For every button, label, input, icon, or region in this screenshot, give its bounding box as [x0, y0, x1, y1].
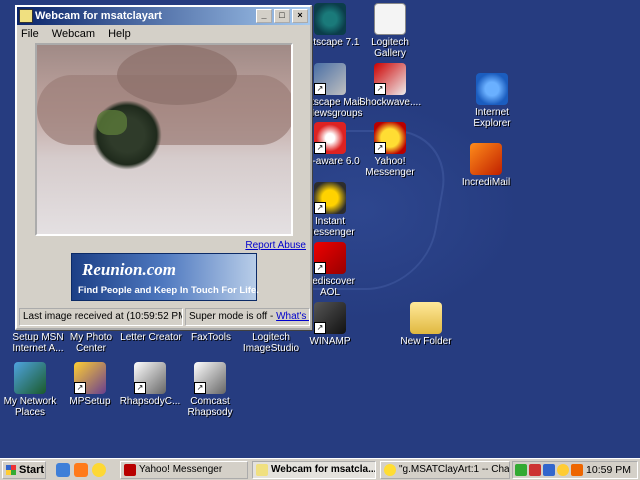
super-mode-text: Super mode is off -	[189, 311, 277, 322]
close-button[interactable]: ×	[292, 9, 308, 23]
desktop-icon-incredimail[interactable]: IncrediMail	[450, 143, 522, 188]
ad-tagline: Find People and Keep In Touch For Life.	[78, 285, 259, 296]
incredimail-icon	[470, 143, 502, 175]
volume-icon[interactable]	[515, 464, 527, 476]
desktop-icon-label: Yahoo! Messenger	[365, 156, 415, 178]
taskbar-button-webcam[interactable]: Webcam for msatcla...	[252, 461, 376, 479]
taskbar-button-chat[interactable]: "g.MSATClayArt:1 -- Chat	[380, 461, 510, 479]
desktop-icon-label: Comcast Rhapsody	[187, 396, 233, 418]
taskbar-button-label: "g.MSATClayArt:1 -- Chat	[399, 464, 510, 475]
status-bar: Last image received at (10:59:52 PM) Sup…	[19, 308, 310, 326]
yahoo-tray-icon[interactable]	[557, 464, 569, 476]
aol-icon	[314, 242, 346, 274]
desktop-icon-label: Internet Explorer	[473, 107, 511, 129]
incredimail-quicklaunch-icon[interactable]	[74, 463, 88, 477]
menu-webcam[interactable]: Webcam	[52, 28, 95, 40]
report-abuse-link[interactable]: Report Abuse	[245, 240, 306, 251]
messenger-tray-icon[interactable]	[571, 464, 583, 476]
taskbar-clock: 10:59 PM	[586, 464, 631, 476]
desktop-icon-label: New Folder	[400, 336, 452, 347]
desktop-icon-new-folder[interactable]: New Folder	[390, 302, 462, 347]
webcam-video-frame	[35, 43, 293, 236]
mpsetup-icon	[74, 362, 106, 394]
window-title: Webcam for msatclayart	[35, 10, 162, 22]
whats-this-link[interactable]: What's this?	[276, 311, 309, 322]
aim-icon	[314, 182, 346, 214]
logitech-gallery-icon	[374, 3, 406, 35]
shockwave-icon	[374, 63, 406, 95]
rhapsody-icon	[134, 362, 166, 394]
video-content-stone	[97, 110, 127, 135]
menu-help[interactable]: Help	[108, 28, 131, 40]
yahoo-messenger-icon	[124, 464, 136, 476]
taskbar: Start Yahoo! Messenger Webcam for msatcl…	[0, 458, 640, 480]
yahoo-messenger-icon	[374, 122, 406, 154]
show-desktop-icon[interactable]	[56, 463, 70, 477]
menu-bar: File Webcam Help	[17, 25, 310, 43]
system-tray: 10:59 PM	[512, 461, 638, 479]
comcast-rhapsody-icon	[194, 362, 226, 394]
status-super-mode: Super mode is off - What's this?	[185, 308, 310, 326]
netscape-mail-icon	[314, 63, 346, 95]
media-player-quicklaunch-icon[interactable]	[92, 463, 106, 477]
network-places-icon	[14, 362, 46, 394]
window-titlebar[interactable]: Webcam for msatclayart _ □ ×	[17, 7, 310, 25]
status-last-image: Last image received at (10:59:52 PM)	[19, 308, 183, 326]
yahoo-chat-icon	[384, 464, 396, 476]
minimize-button[interactable]: _	[256, 9, 272, 23]
start-button[interactable]: Start	[2, 461, 46, 479]
internet-explorer-icon	[476, 73, 508, 105]
desktop-icon-logitech-imagestudio[interactable]: Logitech ImageStudio	[235, 332, 307, 354]
adaware-icon	[314, 122, 346, 154]
taskbar-button-yahoo-messenger[interactable]: Yahoo! Messenger	[120, 461, 248, 479]
desktop-icon-label: IncrediMail	[461, 177, 511, 188]
desktop-icon-internet-explorer[interactable]: Internet Explorer	[456, 73, 528, 129]
desktop-icon-label: Shockwave....	[358, 97, 422, 108]
ad-banner[interactable]: Reunion.com Find People and Keep In Touc…	[71, 253, 259, 301]
video-content-fingers	[117, 45, 237, 105]
desktop: My My P Ac Netscape 7.1 Netscape Mail & …	[0, 0, 640, 458]
ad-logo: Reunion.com	[82, 260, 176, 279]
network-tray-icon[interactable]	[543, 464, 555, 476]
webcam-window[interactable]: Webcam for msatclayart _ □ × File Webcam…	[15, 5, 312, 330]
desktop-icon-label: Logitech ImageStudio	[242, 332, 300, 354]
taskbar-button-label: Yahoo! Messenger	[139, 464, 223, 475]
folder-icon	[410, 302, 442, 334]
desktop-icon-shockwave[interactable]: Shockwave....	[354, 63, 426, 108]
maximize-button[interactable]: □	[274, 9, 290, 23]
desktop-icon-comcast-rhapsody[interactable]: Comcast Rhapsody	[174, 362, 246, 418]
desktop-icon-logitech-gallery[interactable]: Logitech Gallery	[354, 3, 426, 59]
webcam-app-icon	[19, 9, 33, 23]
netscape-icon	[314, 3, 346, 35]
desktop-icon-label: Logitech Gallery	[371, 37, 409, 59]
winamp-icon	[314, 302, 346, 334]
antivirus-icon[interactable]	[529, 464, 541, 476]
desktop-icon-yahoo-messenger[interactable]: Yahoo! Messenger	[354, 122, 426, 178]
taskbar-button-label: Webcam for msatcla...	[271, 464, 376, 475]
webcam-app-icon	[256, 464, 268, 476]
menu-file[interactable]: File	[21, 28, 39, 40]
